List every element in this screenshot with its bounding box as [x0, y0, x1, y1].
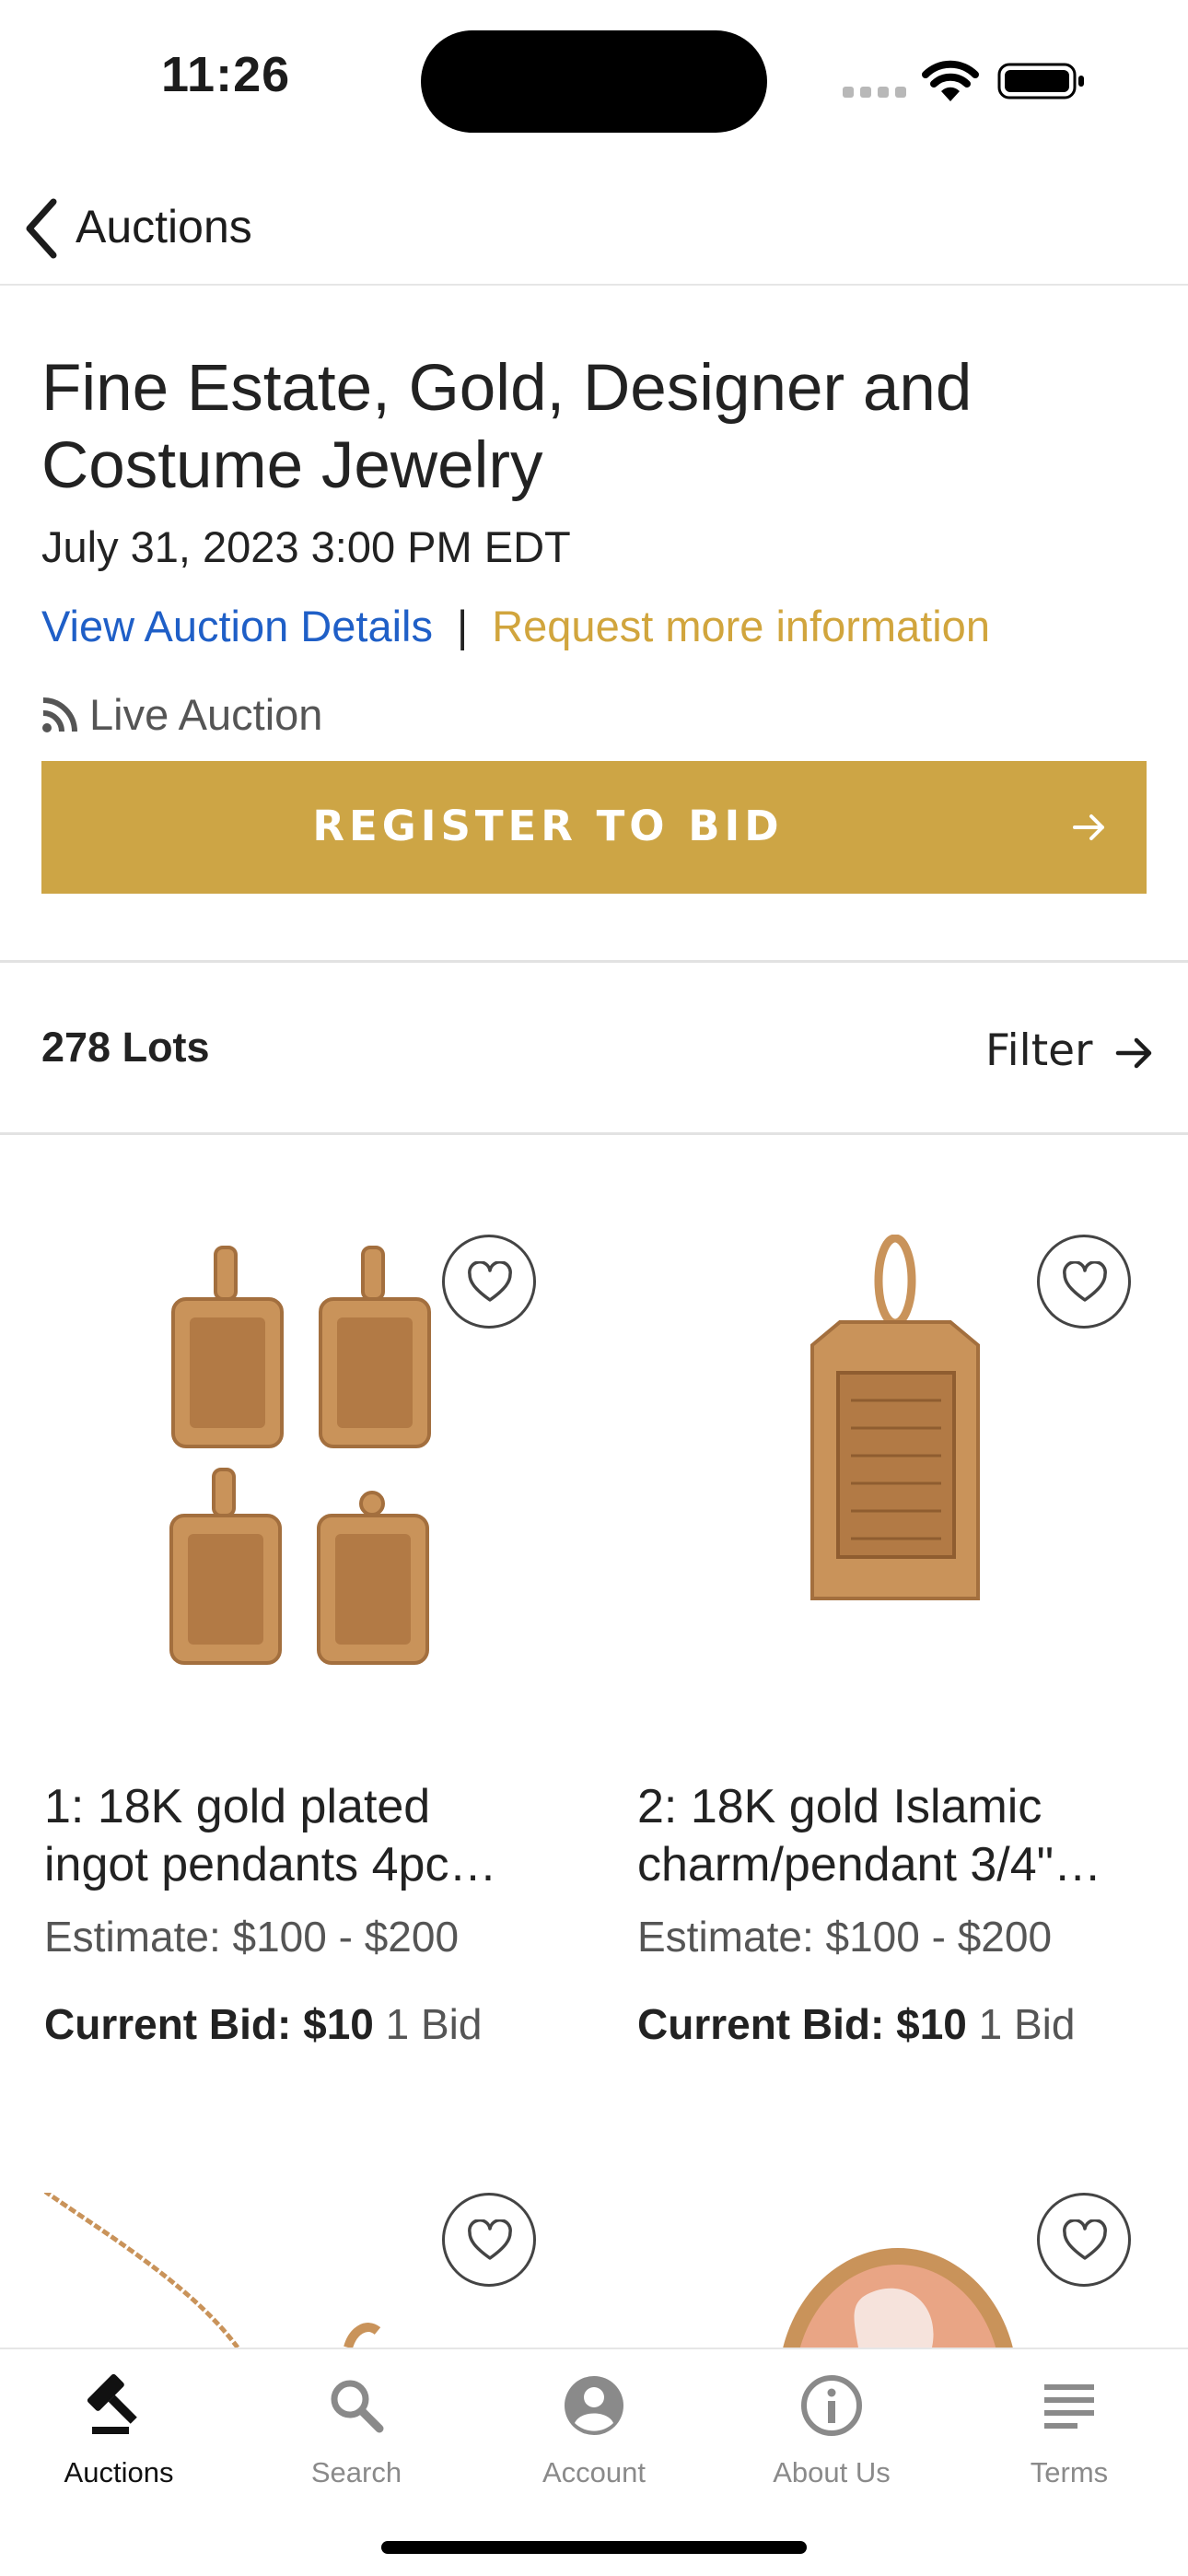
tab-search[interactable]: Search	[238, 2349, 475, 2515]
lot-card[interactable]	[44, 2193, 597, 2348]
tab-label: Auctions	[64, 2456, 174, 2488]
rss-icon	[42, 697, 77, 732]
lot-title-line: 1: 18K gold plated	[44, 1780, 431, 1833]
account-icon	[565, 2376, 623, 2435]
auction-title-line: Fine Estate, Gold, Designer and	[41, 352, 973, 425]
link-separator: |	[456, 602, 469, 650]
filter-button[interactable]: Filter	[985, 1020, 1160, 1084]
auction-title: Fine Estate, Gold, Designer and Costume …	[41, 350, 1128, 505]
status-time: 11:26	[161, 47, 291, 102]
bid-count: 1 Bid	[385, 2000, 483, 2048]
tab-auctions[interactable]: Auctions	[0, 2349, 238, 2515]
filter-label: Filter	[985, 1025, 1093, 1076]
chevron-left-icon[interactable]	[20, 196, 64, 261]
lot-title[interactable]: 2: 18K gold Islamic charm/pendant 3/4"…	[637, 1778, 1153, 1894]
heart-icon	[468, 2219, 512, 2260]
tab-label: Search	[310, 2456, 402, 2488]
favorite-button[interactable]	[1037, 1235, 1131, 1329]
favorite-button[interactable]	[1037, 2193, 1131, 2287]
search-icon	[331, 2380, 384, 2433]
nav-bar: Auctions	[0, 170, 1188, 286]
lots-count: 278 Lots	[41, 1024, 210, 1071]
lot-card[interactable]: 2: 18K gold Islamic charm/pendant 3/4"… …	[637, 1235, 1188, 2064]
cellular-signal-icon	[843, 87, 907, 100]
register-to-bid-button[interactable]: REGISTER TO BID	[41, 761, 1147, 894]
lot-title-line: charm/pendant 3/4"…	[637, 1838, 1102, 1891]
tab-account[interactable]: Account	[475, 2349, 713, 2515]
bid-label: Current Bid:	[44, 2000, 292, 2048]
heart-icon	[1063, 2219, 1107, 2260]
lot-card[interactable]	[637, 2193, 1188, 2348]
info-icon	[801, 2375, 862, 2436]
lot-title[interactable]: 1: 18K gold plated ingot pendants 4pc…	[44, 1778, 560, 1894]
gavel-icon	[87, 2373, 137, 2434]
lot-title-line: ingot pendants 4pc…	[44, 1838, 497, 1891]
bid-label: Current Bid:	[637, 2000, 885, 2048]
lot-card[interactable]: 1: 18K gold plated ingot pendants 4pc… E…	[44, 1235, 597, 2064]
home-indicator	[381, 2541, 807, 2554]
lots-header: 278 Lots Filter	[0, 960, 1188, 1135]
bid-count: 1 Bid	[978, 2000, 1076, 2048]
heart-icon	[1063, 1261, 1107, 1302]
arrow-right-icon	[1115, 1037, 1152, 1069]
wifi-icon	[922, 60, 979, 101]
tab-label: Account	[542, 2456, 646, 2488]
lot-title-line: 2: 18K gold Islamic	[637, 1780, 1042, 1833]
dynamic-island	[421, 30, 767, 133]
back-button[interactable]: Auctions	[76, 200, 252, 253]
tab-about-us[interactable]: About Us	[713, 2349, 950, 2515]
bid-value: $10	[896, 2000, 967, 2048]
heart-icon	[468, 1261, 512, 1302]
lot-current-bid: Current Bid: $10 1 Bid	[637, 1999, 1076, 2049]
auction-date: July 31, 2023 3:00 PM EDT	[41, 522, 571, 571]
tab-label: About Us	[773, 2456, 891, 2488]
favorite-button[interactable]	[442, 1235, 536, 1329]
status-bar: 11:26	[0, 0, 1188, 157]
lot-estimate: Estimate: $100 - $200	[44, 1913, 460, 1961]
battery-icon	[997, 63, 1084, 100]
bid-value: $10	[303, 2000, 374, 2048]
tab-label: Terms	[1030, 2456, 1109, 2488]
register-button-label: REGISTER TO BID	[312, 802, 784, 850]
terms-icon	[1044, 2384, 1094, 2429]
auction-title-line: Costume Jewelry	[41, 429, 543, 502]
favorite-button[interactable]	[442, 2193, 536, 2287]
lot-current-bid: Current Bid: $10 1 Bid	[44, 1999, 483, 2049]
tab-terms[interactable]: Terms	[950, 2349, 1188, 2515]
request-info-link[interactable]: Request more information	[492, 602, 990, 650]
live-auction-text: Live Auction	[89, 690, 323, 739]
lot-estimate: Estimate: $100 - $200	[637, 1913, 1053, 1961]
view-auction-details-link[interactable]: View Auction Details	[41, 602, 433, 650]
auction-links: View Auction Details | Request more inform…	[41, 601, 990, 651]
arrow-right-icon	[1073, 814, 1104, 840]
